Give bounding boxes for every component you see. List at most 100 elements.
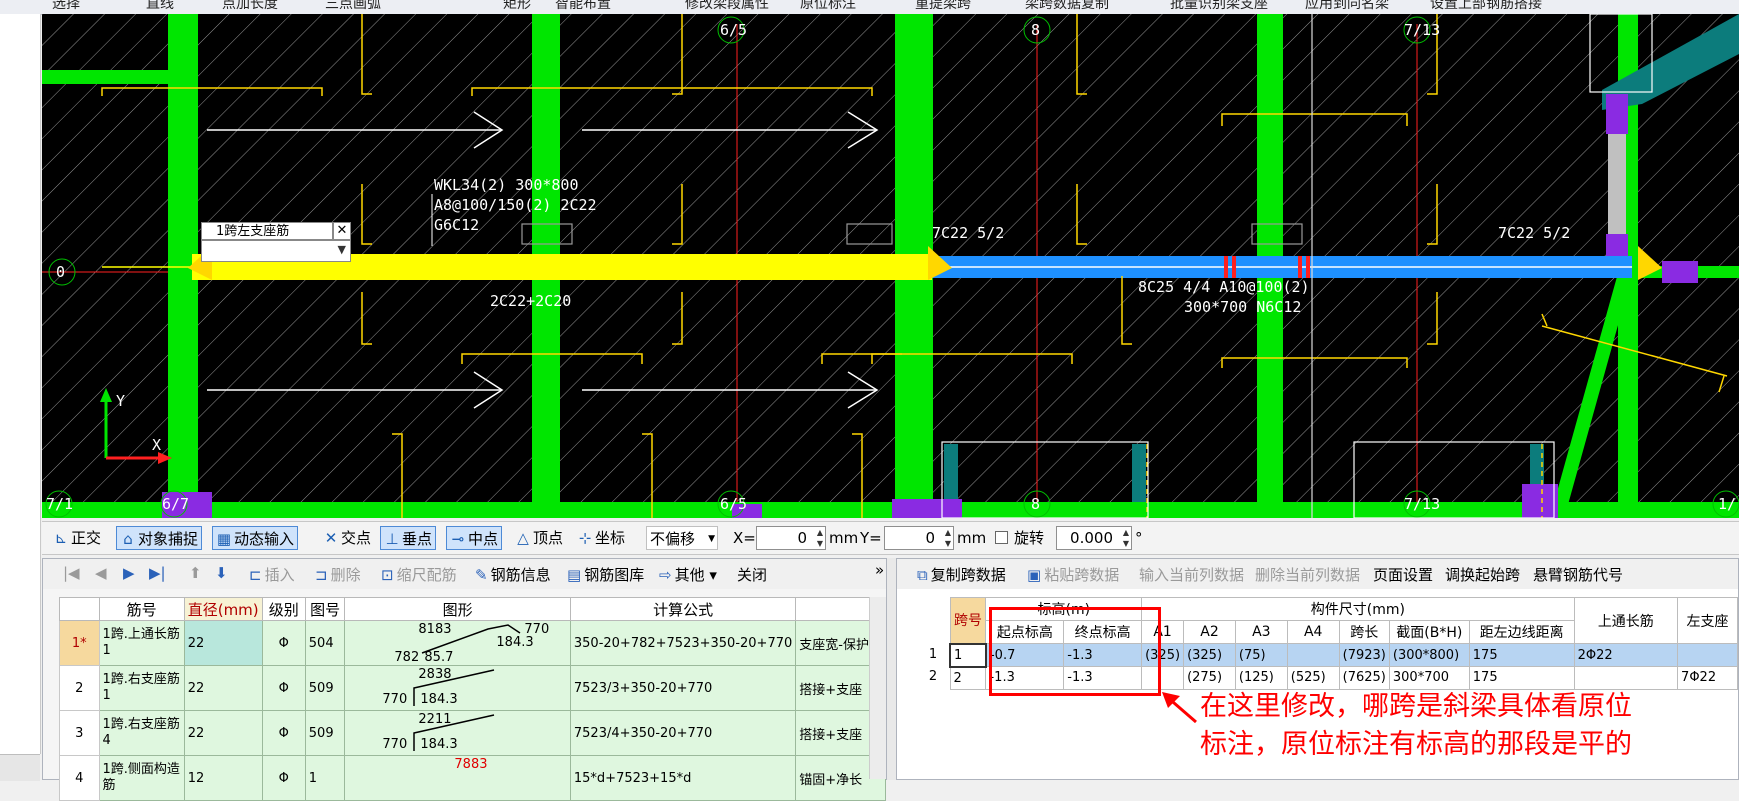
rebar-shape-cell[interactable]: 8183 770 184.3 782 85.7 bbox=[344, 620, 571, 666]
dynamic-input-toggle[interactable]: ▦ 动态输入 bbox=[212, 526, 299, 550]
tool-copy-span-data[interactable]: 梁跨数据复制 bbox=[1025, 0, 1109, 13]
beam-text-stirrup: A8@100/150(2) 2C22 bbox=[434, 196, 597, 214]
tool-line[interactable]: 直线 bbox=[146, 0, 174, 13]
rebar-info-button[interactable]: ✎ 钢筋信息 bbox=[475, 564, 551, 585]
midpoint-icon: ⊸ bbox=[451, 530, 465, 548]
delete-button[interactable]: ⊐ 删除 bbox=[315, 564, 361, 585]
col-header[interactable]: 图形 bbox=[344, 597, 571, 621]
x-input[interactable]: 0 ▲ ▼ bbox=[756, 526, 826, 550]
delete-current-column-button[interactable]: 删除当前列数据 bbox=[1255, 564, 1360, 585]
copy-span-data-button[interactable]: ⧉ 复制跨数据 bbox=[917, 564, 1006, 585]
snap-perpendicular[interactable]: ⊥ 垂点 bbox=[380, 526, 437, 550]
scale-rebar-button[interactable]: ⊡ 缩尺配筋 bbox=[381, 564, 457, 585]
span-text-left: 7C22 5/2 bbox=[932, 224, 1004, 242]
left-pane bbox=[0, 14, 41, 754]
col-header[interactable]: 级别 bbox=[261, 597, 306, 621]
cantilever-code-button[interactable]: 悬臂钢筋代号 bbox=[1533, 564, 1623, 585]
close-icon[interactable]: ✕ bbox=[333, 222, 351, 240]
tool-repick-span[interactable]: 重提梁跨 bbox=[915, 0, 971, 13]
col-header-distance[interactable]: 距左边线距离 bbox=[1468, 620, 1575, 644]
annotation-line-2: 标注，原位标注有标高的那段是平的 bbox=[1200, 729, 1632, 760]
table-row[interactable]: 3 1跨.右支座筋4 22 Φ 509 2211 770 184.3 7523/… bbox=[59, 710, 886, 756]
other-menu-button[interactable]: ⇨ 其他 ▾ bbox=[659, 564, 717, 585]
rebar-shape-cell[interactable]: 2211 770 184.3 bbox=[344, 710, 571, 756]
col-header-section[interactable]: 截面(B*H) bbox=[1388, 620, 1470, 644]
col-header-a2[interactable]: A2 bbox=[1183, 620, 1236, 644]
snap-coordinate[interactable]: ⊹ 坐标 bbox=[574, 526, 628, 550]
tool-smart-layout[interactable]: 智能布置 bbox=[555, 0, 611, 13]
row-number: 2 bbox=[928, 669, 938, 684]
paste-span-data-button[interactable]: ▣ 粘贴跨数据 bbox=[1027, 564, 1119, 585]
col-group-size: 构件尺寸(mm) bbox=[1141, 597, 1575, 621]
annotation-line-1: 在这里修改，哪跨是斜梁具体看原位 bbox=[1200, 691, 1632, 722]
cad-drawing: 6/5 8 7/13 0 7/1 6/7 6/5 8 7/13 1/ WKL34… bbox=[42, 14, 1739, 518]
col-header-left-support[interactable]: 左支座 bbox=[1677, 597, 1738, 644]
input-current-column-button[interactable]: 输入当前列数据 bbox=[1139, 564, 1244, 585]
last-record-icon[interactable]: ▶| bbox=[149, 564, 166, 582]
axis-label: 6/7 bbox=[162, 495, 189, 513]
col-header[interactable]: 筋号 bbox=[98, 597, 185, 621]
prev-record-icon[interactable]: ◀ bbox=[95, 564, 107, 582]
snap-intersection[interactable]: ✕ 交点 bbox=[320, 526, 374, 550]
vertex-icon: △ bbox=[517, 529, 529, 547]
spinner-icon[interactable]: ▲ ▼ bbox=[817, 527, 823, 549]
swap-start-span-button[interactable]: 调换起始跨 bbox=[1445, 564, 1520, 585]
spinner-icon[interactable]: ▲ ▼ bbox=[945, 527, 951, 549]
snap-vertex[interactable]: △ 顶点 bbox=[512, 526, 566, 550]
tool-in-situ-annotation[interactable]: 原位标注 bbox=[800, 0, 856, 13]
intersection-icon: ✕ bbox=[324, 529, 338, 547]
object-snap-toggle[interactable]: ⌂ 对象捕捉 bbox=[116, 526, 203, 550]
axis-label: 7/1 bbox=[46, 495, 73, 513]
table-row[interactable]: 2 1跨.右支座筋1 22 Φ 509 2838 770 184.3 7523/… bbox=[59, 665, 886, 711]
tool-rectangle[interactable]: 矩形 bbox=[503, 0, 531, 13]
tool-three-point-arc[interactable]: 三点画弧 bbox=[325, 0, 381, 13]
ortho-toggle[interactable]: ⊾ 正交 bbox=[50, 526, 104, 550]
tool-edit-beam-segment[interactable]: 修改梁段属性 bbox=[685, 0, 769, 13]
rebar-library-button[interactable]: ▤ 钢筋图库 bbox=[567, 564, 644, 585]
move-up-icon[interactable]: ⬆ bbox=[189, 564, 202, 582]
move-down-icon[interactable]: ⬇ bbox=[215, 564, 228, 582]
close-button[interactable]: 关闭 bbox=[737, 564, 767, 585]
chevron-down-icon[interactable]: ▼ bbox=[338, 243, 346, 256]
rebar-shape-cell[interactable]: 7883 bbox=[344, 755, 571, 801]
col-header-top-rebar[interactable]: 上通长筋 bbox=[1573, 597, 1679, 644]
table-row[interactable]: 4 1跨.侧面构造筋 12 Φ 1 7883 15*d+7523+15*d 锚固… bbox=[59, 755, 886, 801]
col-header[interactable]: 图号 bbox=[304, 597, 346, 621]
snap-midpoint[interactable]: ⊸ 中点 bbox=[446, 526, 503, 550]
x-unit: mm bbox=[829, 529, 859, 547]
rebar-shape-cell[interactable]: 2838 770 184.3 bbox=[344, 665, 571, 711]
cad-viewport[interactable]: 6/5 8 7/13 0 7/1 6/7 6/5 8 7/13 1/ WKL34… bbox=[42, 14, 1739, 518]
expand-icon[interactable]: » bbox=[875, 561, 884, 579]
first-record-icon[interactable]: |◀ bbox=[63, 564, 80, 582]
col-header-span[interactable]: 跨号 bbox=[949, 597, 987, 644]
chevron-down-icon: ▼ bbox=[708, 534, 715, 544]
beam2-text-section: 300*700 N6C12 bbox=[1184, 298, 1301, 316]
degree-unit: ° bbox=[1135, 529, 1143, 547]
col-header[interactable]: 计算公式 bbox=[569, 597, 797, 621]
table-row[interactable]: 1* 1跨.上通长筋1 22 Φ 504 8183 770 184.3 782 … bbox=[59, 620, 886, 666]
col-header-a4[interactable]: A4 bbox=[1286, 620, 1340, 644]
snap-toolbar: ⊾ 正交 ⌂ 对象捕捉 ▦ 动态输入 ✕ 交点 ⊥ 垂点 ⊸ 中点 △ 顶点 ⊹ 坐标 不偏移 ▼… bbox=[42, 521, 1739, 555]
ortho-icon: ⊾ bbox=[54, 529, 68, 547]
spinner-icon[interactable]: ▲ ▼ bbox=[1123, 527, 1129, 549]
col-header[interactable]: 直径(mm) bbox=[183, 597, 263, 621]
rotate-input[interactable]: 0.000 ▲ ▼ bbox=[1056, 526, 1132, 550]
axis-label: 7/13 bbox=[1404, 21, 1440, 39]
tool-point-length[interactable]: 点加长度 bbox=[222, 0, 278, 13]
highlight-box bbox=[989, 607, 1161, 696]
next-record-icon[interactable]: ▶ bbox=[123, 564, 135, 582]
tool-select[interactable]: 选择 bbox=[52, 0, 80, 13]
insert-button[interactable]: ⊏ 插入 bbox=[249, 564, 295, 585]
rotate-checkbox[interactable]: 旋转 bbox=[992, 526, 1047, 550]
page-setup-button[interactable]: 页面设置 bbox=[1373, 564, 1433, 585]
span-edit-input[interactable]: ▼ bbox=[201, 240, 351, 262]
tool-apply-same-name[interactable]: 应用到同名梁 bbox=[1305, 0, 1389, 13]
y-input[interactable]: 0 ▲ ▼ bbox=[884, 526, 954, 550]
tool-set-lap[interactable]: 设置上部钢筋搭接 bbox=[1430, 0, 1542, 13]
col-header-span-length[interactable]: 跨长 bbox=[1338, 620, 1390, 644]
offset-mode-select[interactable]: 不偏移 ▼ bbox=[646, 526, 718, 550]
vertical-scrollbar[interactable] bbox=[869, 597, 886, 779]
col-header-a3[interactable]: A3 bbox=[1234, 620, 1288, 644]
tool-batch-recognize-support[interactable]: 批量识别梁支座 bbox=[1170, 0, 1268, 13]
panel-splitter[interactable] bbox=[887, 558, 896, 780]
